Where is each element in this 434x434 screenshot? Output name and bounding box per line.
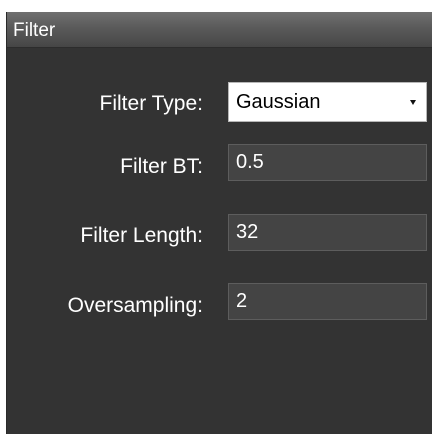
oversampling-label: Oversampling: (67, 294, 203, 317)
filter-panel: Filter Filter Type: Gaussian Filter BT: … (6, 12, 432, 434)
panel-title: Filter (13, 20, 56, 41)
filter-bt-value: 0.5 (236, 151, 264, 173)
filter-type-value: Gaussian (236, 91, 321, 113)
filter-length-label: Filter Length: (80, 224, 203, 247)
oversampling-value: 2 (236, 290, 248, 312)
filter-bt-label: Filter BT: (120, 155, 203, 178)
filter-type-label: Filter Type: (99, 92, 203, 115)
filter-length-value: 32 (236, 221, 259, 243)
panel-header: Filter (7, 12, 432, 48)
oversampling-input[interactable]: 2 (228, 283, 427, 320)
filter-type-select[interactable]: Gaussian (228, 82, 427, 122)
filter-bt-input[interactable]: 0.5 (228, 144, 427, 181)
filter-length-input[interactable]: 32 (228, 214, 427, 251)
chevron-down-icon[interactable] (410, 100, 416, 105)
